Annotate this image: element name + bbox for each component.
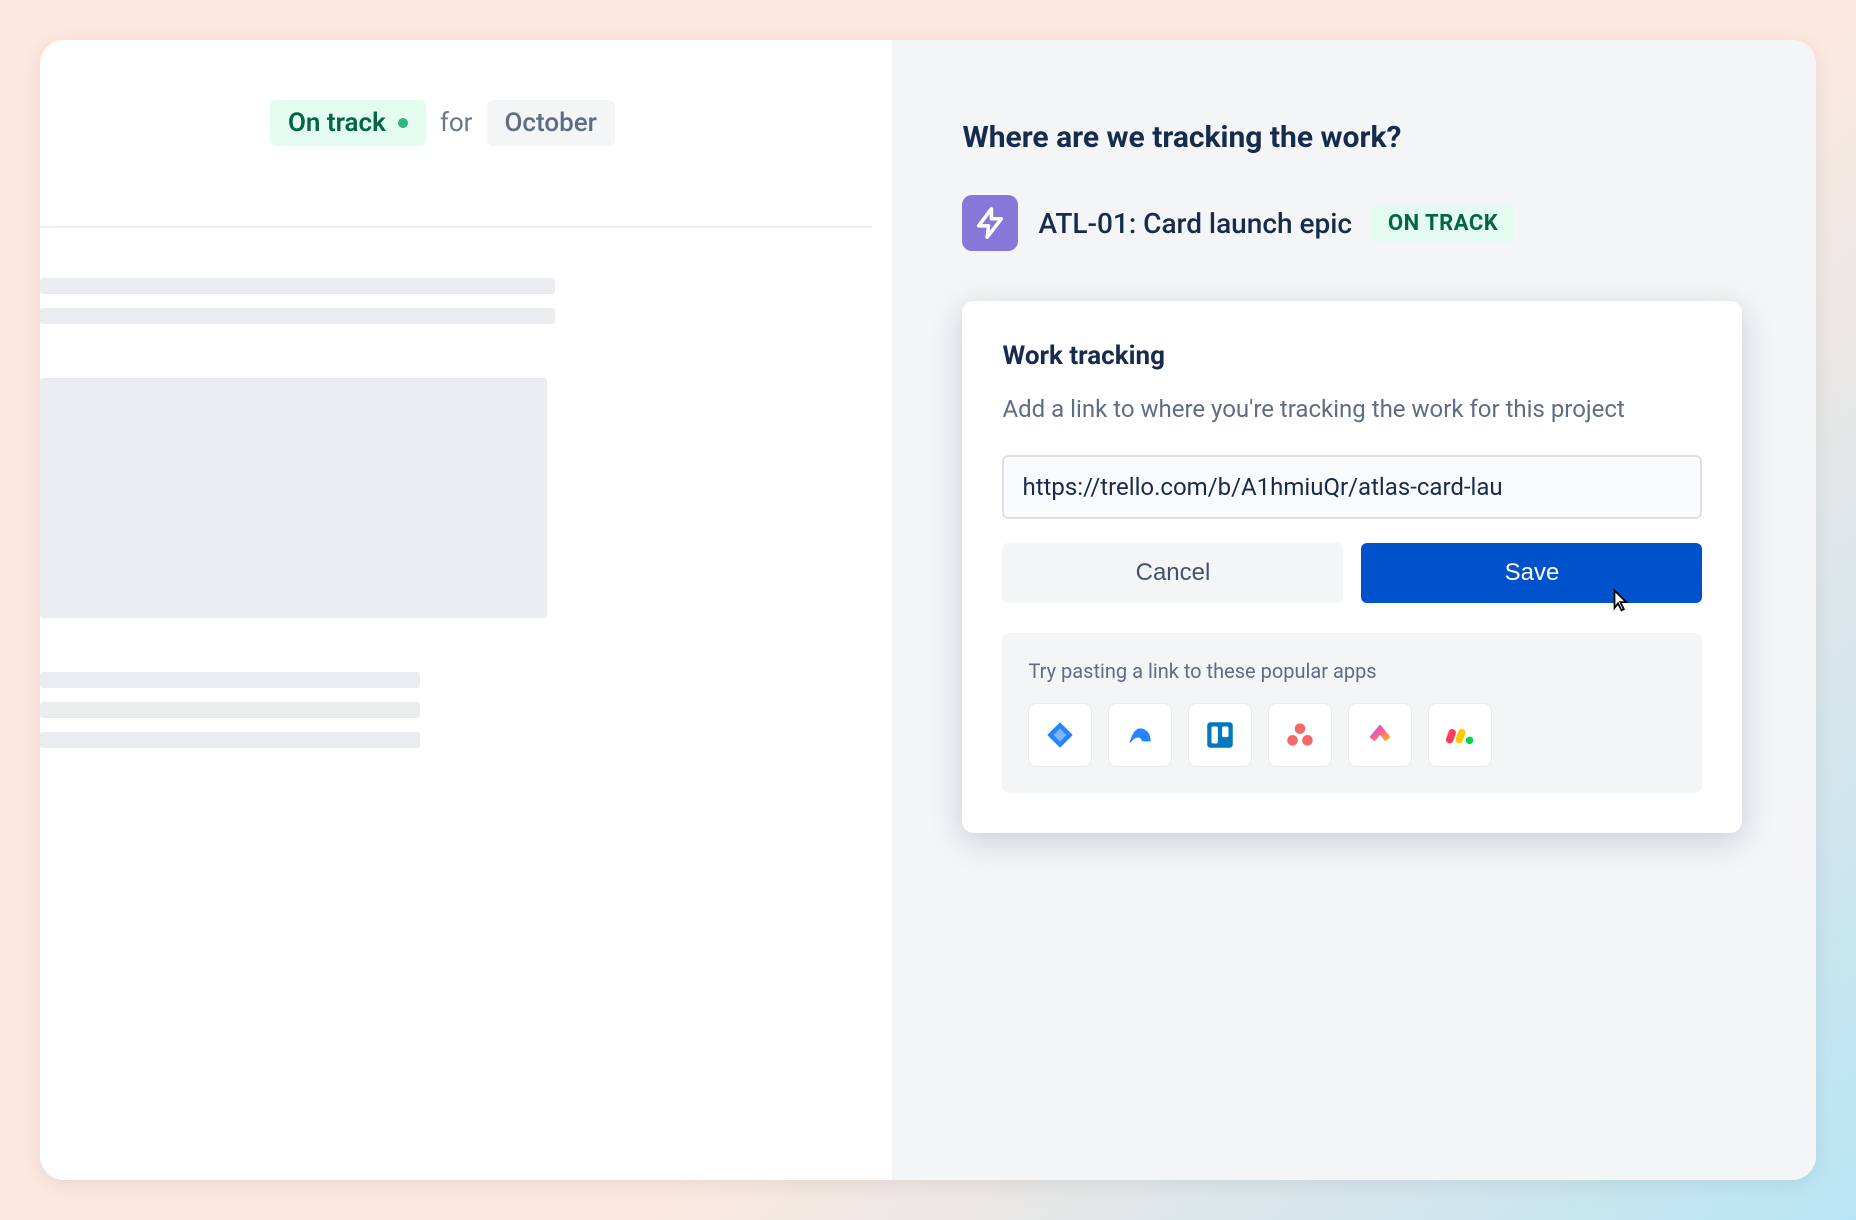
popover-title: Work tracking bbox=[1002, 341, 1702, 371]
left-panel: On track for October bbox=[40, 40, 892, 1180]
skeleton-placeholder bbox=[40, 652, 872, 782]
right-panel: Where are we tracking the work? ATL-01: … bbox=[892, 40, 1816, 1180]
url-input[interactable] bbox=[1002, 455, 1702, 519]
popular-apps-section: Try pasting a link to these popular apps bbox=[1002, 633, 1702, 793]
epic-title: ATL-01: Card launch epic bbox=[1038, 207, 1351, 240]
skeleton-placeholder bbox=[40, 358, 872, 652]
status-dot-icon bbox=[398, 118, 408, 128]
status-header: On track for October bbox=[40, 100, 872, 146]
status-label: On track bbox=[288, 108, 386, 138]
apps-row bbox=[1028, 703, 1676, 767]
cancel-button[interactable]: Cancel bbox=[1002, 543, 1343, 603]
epic-status-badge: ON TRACK bbox=[1372, 205, 1514, 242]
popover-description: Add a link to where you're tracking the … bbox=[1002, 391, 1702, 427]
status-pill[interactable]: On track bbox=[270, 100, 426, 146]
epic-icon bbox=[962, 195, 1018, 251]
asana-icon[interactable] bbox=[1268, 703, 1332, 767]
section-title: Where are we tracking the work? bbox=[962, 120, 1746, 155]
button-row: Cancel Save bbox=[1002, 543, 1702, 603]
cursor-icon bbox=[1604, 587, 1632, 615]
epic-row[interactable]: ATL-01: Card launch epic ON TRACK bbox=[962, 195, 1746, 251]
apps-label: Try pasting a link to these popular apps bbox=[1028, 659, 1676, 683]
skeleton-placeholder bbox=[40, 258, 872, 358]
jira-icon[interactable] bbox=[1028, 703, 1092, 767]
divider bbox=[40, 226, 872, 228]
save-button-label: Save bbox=[1505, 559, 1560, 586]
month-pill[interactable]: October bbox=[487, 100, 615, 146]
jira-work-icon[interactable] bbox=[1108, 703, 1172, 767]
monday-icon[interactable] bbox=[1428, 703, 1492, 767]
clickup-icon[interactable] bbox=[1348, 703, 1412, 767]
save-button[interactable]: Save bbox=[1361, 543, 1702, 603]
work-tracking-popover: Work tracking Add a link to where you're… bbox=[962, 301, 1742, 833]
trello-icon[interactable] bbox=[1188, 703, 1252, 767]
for-label: for bbox=[440, 108, 473, 138]
app-frame: On track for October Where are we tracki… bbox=[40, 40, 1816, 1180]
